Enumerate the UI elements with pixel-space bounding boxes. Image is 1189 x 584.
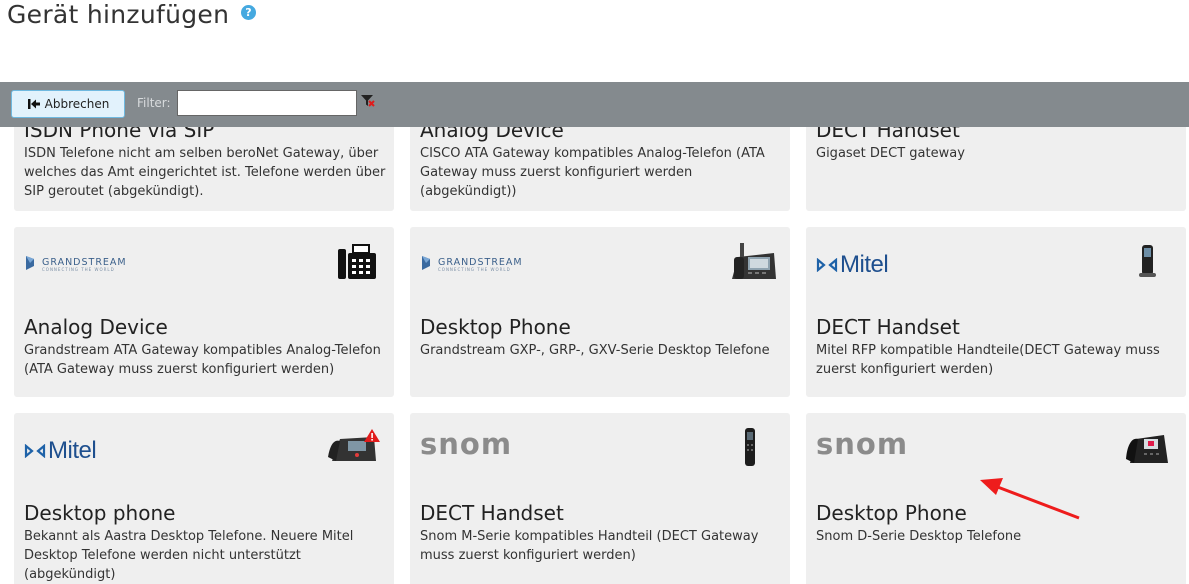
card-title: Desktop Phone bbox=[816, 501, 967, 525]
clear-filter-icon[interactable] bbox=[360, 94, 376, 108]
mitel-mark-icon bbox=[816, 258, 838, 272]
card-description: Grandstream GXP-, GRP-, GXV-Serie Deskto… bbox=[420, 343, 770, 358]
device-card-desktop-mitel[interactable]: Mitel Desktop phone Bekannt als Aastra D… bbox=[14, 413, 394, 584]
device-card-dect-gigaset[interactable]: DECT Handset Gigaset DECT gateway bbox=[806, 127, 1186, 211]
dect-handset-icon bbox=[745, 428, 755, 466]
device-card-isdn-phone[interactable]: ISDN Phone via SIP ISDN Telefone nicht a… bbox=[14, 127, 394, 211]
mitel-wordmark: Mitel bbox=[48, 437, 97, 464]
card-description: ISDN Telefone nicht am selben beroNet Ga… bbox=[24, 146, 386, 199]
card-title: Analog Device bbox=[420, 127, 564, 142]
cancel-button[interactable]: Abbrechen bbox=[11, 90, 125, 118]
snom-logo: snom bbox=[420, 427, 513, 461]
toolbar: Abbrechen Filter: bbox=[0, 82, 1189, 127]
card-title: DECT Handset bbox=[816, 315, 960, 339]
card-title: Desktop Phone bbox=[420, 315, 571, 339]
card-description: Gigaset DECT gateway bbox=[816, 146, 965, 161]
card-description: Grandstream ATA Gateway kompatibles Anal… bbox=[24, 343, 381, 377]
card-title: Desktop phone bbox=[24, 501, 176, 525]
desk-phone-warning-icon bbox=[328, 429, 380, 461]
device-card-dect-snom[interactable]: snom DECT Handset Snom M-Serie kompatibl… bbox=[410, 413, 790, 584]
card-description: CISCO ATA Gateway kompatibles Analog-Tel… bbox=[420, 146, 765, 199]
mitel-mark-icon bbox=[24, 444, 46, 458]
mitel-logo: Mitel bbox=[24, 437, 97, 465]
device-card-dect-mitel[interactable]: Mitel DECT Handset Mitel RFP kompatible … bbox=[806, 227, 1186, 397]
page-title: Gerät hinzufügen bbox=[7, 0, 230, 29]
card-description: Snom M-Serie kompatibles Handteil (DECT … bbox=[420, 529, 759, 563]
annotation-arrow bbox=[980, 478, 1080, 520]
grandstream-tagline: CONNECTING THE WORLD bbox=[42, 267, 115, 272]
fax-machine-icon bbox=[338, 244, 376, 279]
device-card-analog-grandstream[interactable]: GRANDSTREAM CONNECTING THE WORLD Analog … bbox=[14, 227, 394, 397]
card-title: DECT Handset bbox=[816, 127, 960, 142]
grandstream-logo: GRANDSTREAM CONNECTING THE WORLD bbox=[26, 256, 126, 272]
filter-label: Filter: bbox=[137, 96, 171, 110]
cancel-button-label: Abbrechen bbox=[44, 97, 110, 111]
device-card-desktop-grandstream[interactable]: GRANDSTREAM CONNECTING THE WORLD Desktop… bbox=[410, 227, 790, 397]
desk-phone-icon bbox=[732, 243, 776, 279]
filter-input[interactable] bbox=[177, 90, 357, 116]
card-title: DECT Handset bbox=[420, 501, 564, 525]
mitel-logo: Mitel bbox=[816, 251, 889, 279]
snom-logo: snom bbox=[816, 427, 909, 461]
dect-handset-icon bbox=[1139, 245, 1156, 277]
back-to-start-icon bbox=[27, 99, 40, 109]
grandstream-tagline: CONNECTING THE WORLD bbox=[438, 267, 511, 272]
help-icon[interactable]: ? bbox=[241, 5, 256, 20]
card-title: ISDN Phone via SIP bbox=[24, 127, 215, 142]
card-description: Bekannt als Aastra Desktop Telefone. Neu… bbox=[24, 529, 354, 582]
grandstream-logo: GRANDSTREAM CONNECTING THE WORLD bbox=[422, 256, 522, 272]
card-title: Analog Device bbox=[24, 315, 168, 339]
card-description: Mitel RFP kompatible Handteile(DECT Gate… bbox=[816, 343, 1160, 377]
device-card-analog-cisco[interactable]: Analog Device CISCO ATA Gateway kompatib… bbox=[410, 127, 790, 211]
desk-phone-icon bbox=[1126, 435, 1168, 463]
mitel-wordmark: Mitel bbox=[840, 251, 889, 278]
card-description: Snom D-Serie Desktop Telefone bbox=[816, 529, 1022, 544]
